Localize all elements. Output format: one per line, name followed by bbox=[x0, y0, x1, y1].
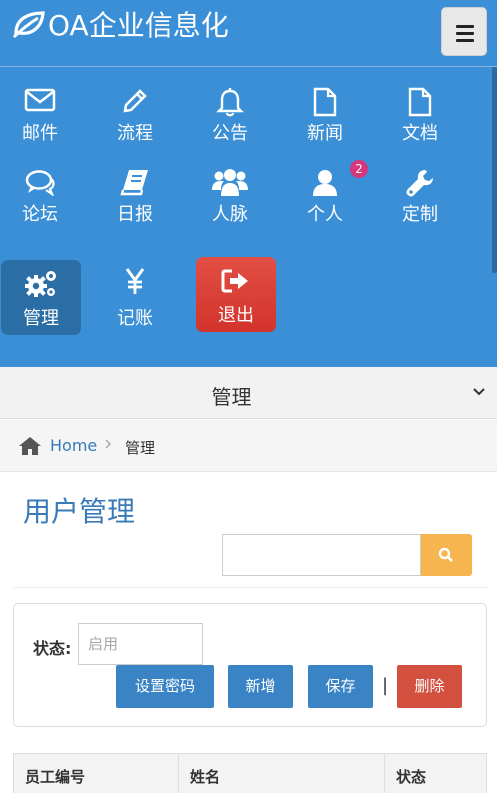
sign-out-icon bbox=[221, 269, 248, 293]
nav-label: 公告 bbox=[212, 123, 248, 144]
envelope-icon bbox=[24, 88, 56, 112]
section-title: 管理 bbox=[211, 385, 252, 409]
pencil-icon bbox=[123, 89, 147, 113]
table-header: 员工编号 姓名 状态 bbox=[13, 753, 487, 793]
wrench-icon bbox=[406, 170, 433, 197]
nav-label: 个人 bbox=[307, 204, 343, 225]
nav-item-notice[interactable]: 公告 bbox=[190, 67, 270, 144]
app-header: OA企业信息化 邮件 流程 公告 新闻 文档 论坛 日报 人脉 个人 2 定制 … bbox=[0, 0, 497, 367]
add-button[interactable]: 新增 bbox=[228, 665, 293, 708]
delete-button[interactable]: 删除 bbox=[397, 665, 462, 708]
nav-item-news[interactable]: 新闻 bbox=[285, 67, 365, 144]
menu-toggle-button[interactable] bbox=[441, 7, 487, 56]
nav-label: 记账 bbox=[117, 308, 153, 329]
column-header[interactable]: 员工编号 bbox=[14, 754, 179, 793]
column-header[interactable]: 姓名 bbox=[179, 754, 385, 793]
breadcrumb-current: 管理 bbox=[125, 439, 156, 457]
file-icon bbox=[408, 87, 432, 117]
nav-label: 人脉 bbox=[212, 204, 248, 225]
nav-label: 论坛 bbox=[22, 204, 58, 225]
nav-label: 日报 bbox=[117, 204, 153, 225]
nav-label: 新闻 bbox=[307, 123, 343, 144]
user-icon bbox=[313, 170, 337, 196]
scrollbar[interactable] bbox=[492, 67, 497, 273]
nav-item-forum[interactable]: 论坛 bbox=[0, 148, 80, 225]
nav-item-accounting[interactable]: 记账 bbox=[95, 257, 175, 331]
search-input[interactable] bbox=[222, 534, 421, 576]
app-title: OA企业信息化 bbox=[48, 9, 229, 42]
file-icon bbox=[313, 87, 337, 117]
notification-badge: 2 bbox=[350, 160, 368, 178]
status-label: 状态: bbox=[33, 639, 72, 658]
logout-label: 退出 bbox=[218, 305, 254, 326]
search-button[interactable] bbox=[421, 534, 472, 576]
hamburger-icon bbox=[456, 25, 474, 28]
gears-icon bbox=[25, 271, 56, 297]
nav-item-docs[interactable]: 文档 bbox=[380, 67, 460, 144]
nav-item-manage[interactable]: 管理 bbox=[1, 260, 81, 335]
set-password-button[interactable]: 设置密码 bbox=[116, 665, 214, 708]
home-icon bbox=[19, 437, 41, 455]
nav-label: 文档 bbox=[402, 123, 438, 144]
chevron-down-icon[interactable] bbox=[472, 387, 486, 397]
divider bbox=[14, 587, 487, 588]
nav-item-contacts[interactable]: 人脉 bbox=[190, 148, 270, 225]
nav-item-mail[interactable]: 邮件 bbox=[0, 67, 80, 144]
users-icon bbox=[212, 169, 248, 196]
search-icon bbox=[438, 547, 453, 562]
nav-item-daily[interactable]: 日报 bbox=[95, 148, 175, 225]
breadcrumb-home-link[interactable]: Home bbox=[50, 436, 97, 455]
page-title: 用户管理 bbox=[23, 495, 136, 528]
status-input[interactable] bbox=[78, 623, 203, 665]
nav-label: 流程 bbox=[117, 123, 153, 144]
nav-item-workflow[interactable]: 流程 bbox=[95, 67, 175, 144]
breadcrumb: Home 管理 bbox=[0, 420, 497, 472]
column-header[interactable]: 状态 bbox=[385, 754, 488, 793]
leaf-icon bbox=[12, 11, 45, 39]
nav-label: 定制 bbox=[402, 204, 438, 225]
book-icon bbox=[120, 170, 148, 196]
section-header[interactable]: 管理 bbox=[0, 367, 497, 419]
nav-label: 管理 bbox=[23, 308, 59, 329]
comments-icon bbox=[25, 170, 55, 196]
chevron-right-icon bbox=[105, 439, 112, 449]
nav-item-personal[interactable]: 个人 2 bbox=[285, 148, 368, 225]
button-separator: | bbox=[382, 675, 389, 696]
save-button[interactable]: 保存 bbox=[308, 665, 373, 708]
logout-button[interactable]: 退出 bbox=[196, 257, 276, 332]
nav-label: 邮件 bbox=[22, 123, 58, 144]
bell-icon bbox=[216, 88, 244, 117]
nav-item-customize[interactable]: 定制 bbox=[380, 148, 460, 225]
yen-icon bbox=[125, 268, 145, 294]
brand[interactable]: OA企业信息化 bbox=[12, 4, 229, 44]
